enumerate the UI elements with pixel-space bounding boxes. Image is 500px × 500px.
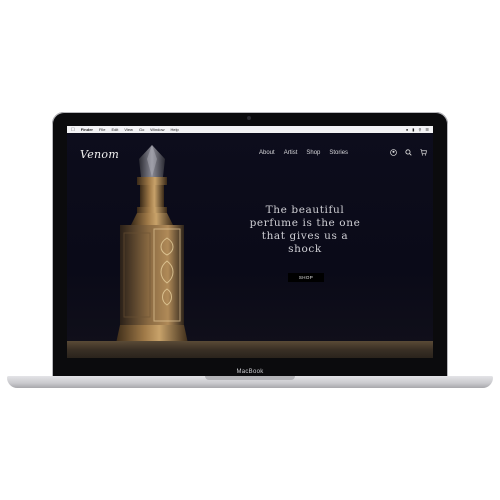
nav-item-about[interactable]: About	[259, 150, 275, 156]
cart-icon[interactable]	[420, 149, 427, 156]
apple-icon[interactable]: 	[71, 127, 75, 133]
menu-list-icon[interactable]: ☰	[425, 127, 429, 132]
device-brand-label: MacBook	[236, 369, 264, 375]
menubar-item-view[interactable]: View	[124, 127, 133, 132]
menubar-app-name[interactable]: Finder	[81, 127, 93, 132]
camera	[247, 116, 251, 120]
perfume-bottle-image	[115, 145, 189, 348]
nav-icons	[390, 149, 427, 156]
menubar-item-edit[interactable]: Edit	[111, 127, 118, 132]
menubar-item-window[interactable]: Window	[150, 127, 164, 132]
wooden-surface	[67, 341, 433, 358]
search-spotlight-icon[interactable]: ⚲	[418, 127, 421, 132]
menubar-item-file[interactable]: File	[99, 127, 105, 132]
website: Venom About Artist Shop Stories The beau…	[67, 133, 433, 358]
mac-menubar:  Finder File Edit View Go Window Help ●…	[67, 126, 433, 133]
laptop-screen:  Finder File Edit View Go Window Help ●…	[67, 126, 433, 358]
wifi-icon[interactable]: ●	[406, 127, 408, 132]
menubar-status-icons: ● ▮ ⚲ ☰	[406, 127, 429, 132]
account-icon[interactable]	[390, 149, 397, 156]
nav-item-shop[interactable]: Shop	[306, 150, 320, 156]
nav-item-stories[interactable]: Stories	[329, 150, 348, 156]
shop-button[interactable]: SHOP	[288, 273, 324, 282]
battery-icon[interactable]: ▮	[412, 127, 414, 132]
main-nav: About Artist Shop Stories	[259, 150, 348, 156]
search-icon[interactable]	[405, 149, 412, 156]
hero-headline: The beautiful perfume is the one that gi…	[249, 204, 361, 255]
menubar-item-help[interactable]: Help	[171, 127, 179, 132]
laptop-hinge-notch	[205, 376, 295, 380]
menubar-item-go[interactable]: Go	[139, 127, 144, 132]
nav-item-artist[interactable]: Artist	[284, 150, 298, 156]
